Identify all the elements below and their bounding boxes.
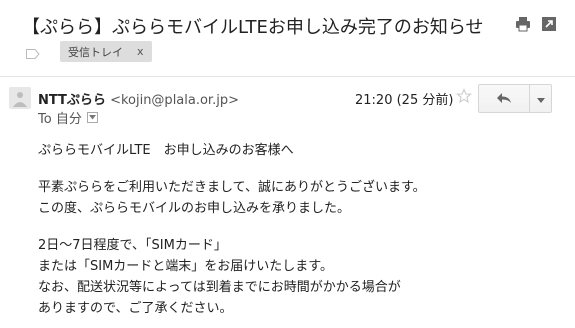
body-line: 平素ぷららをご利用いただきまして、誠にありがとうございます。	[38, 180, 426, 195]
remove-label-button[interactable]: x	[137, 45, 144, 58]
recipient-line: To 自分	[38, 108, 98, 127]
header-divider	[0, 76, 575, 77]
more-actions-button[interactable]	[529, 85, 551, 112]
reply-button[interactable]	[479, 85, 529, 112]
body-line: ありますので、ご了承ください。	[38, 301, 233, 316]
body-line: この度、ぷららモバイルのお申し込みを承りました。	[38, 201, 351, 216]
chevron-down-icon	[536, 89, 545, 108]
open-in-new-window-icon[interactable]	[541, 16, 557, 32]
star-icon[interactable]	[456, 88, 472, 104]
reply-button-group	[478, 84, 552, 113]
body-line: または「SIMカードと端末」をお届けいたします。	[38, 259, 334, 274]
email-subject: 【ぷらら】ぷららモバイルLTEお申し込み完了のお知らせ	[22, 17, 484, 38]
body-line: 2日〜7日程度で、「SIMカード」	[38, 238, 227, 253]
details-toggle-icon[interactable]	[86, 112, 98, 123]
print-icon[interactable]	[515, 16, 531, 32]
label-tag-icon	[26, 44, 40, 63]
sender-name[interactable]: NTTぷらら	[38, 93, 106, 108]
default-avatar-icon	[9, 87, 31, 109]
sender-info: NTTぷらら <kojin@plala.or.jp>	[38, 89, 239, 108]
message-date: 21:20 (25 分前)	[355, 93, 454, 108]
body-greeting: ぷららモバイルLTE お申し込みのお客様へ	[38, 143, 294, 158]
recipient-text: To 自分	[38, 112, 82, 127]
body-line: なお、配送状況等によっては到着までにお時間がかかる場合が	[38, 280, 401, 295]
label-chip-text: 受信トレイ	[68, 45, 123, 59]
reply-icon	[496, 89, 512, 108]
label-chip-inbox[interactable]: 受信トレイ x	[60, 41, 152, 62]
sender-email: <kojin@plala.or.jp>	[110, 93, 239, 108]
